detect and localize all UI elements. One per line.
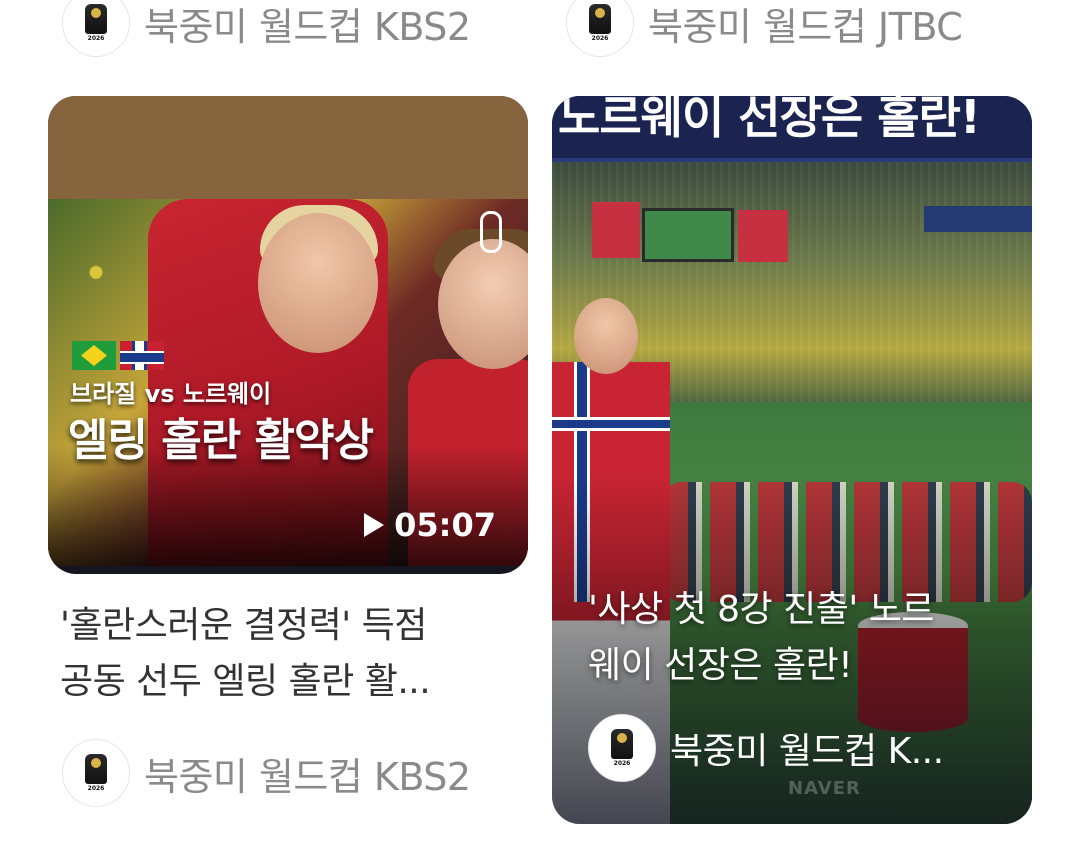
video-duration: 05:07: [364, 506, 496, 544]
player-face: [258, 213, 378, 353]
thumbnail-headline: 엘링 홀란 활약상: [68, 415, 374, 466]
trophy-icon: [611, 729, 633, 759]
trophy-icon: [589, 4, 611, 34]
short-title: '사상 첫 8강 진출' 노르 웨이 선장은 홀란!: [588, 582, 1008, 694]
short-title-line: 웨이 선장은 홀란!: [588, 645, 853, 686]
video-title-line: 공동 선두 엘링 홀란 활...: [60, 661, 431, 702]
brazil-flag-icon: [72, 341, 116, 370]
short-channel-row[interactable]: 2026 북중미 월드컵 K...: [588, 714, 944, 782]
stadium-screen: [642, 208, 734, 262]
channel-row-jtbc-top[interactable]: 2026 북중미 월드컵 JTBC: [566, 0, 963, 58]
stadium-screen: [592, 202, 640, 258]
logo-text: 2026: [591, 35, 609, 42]
logo-text: 2026: [613, 760, 631, 767]
video-title-line: '홀란스러운 결정력' 득점: [60, 605, 427, 646]
world-cup-logo-icon: 2026: [566, 0, 634, 57]
watermark: NAVER: [788, 778, 861, 799]
video-title[interactable]: '홀란스러운 결정력' 득점 공동 선두 엘링 홀란 활...: [60, 598, 500, 710]
trophy-icon: [85, 754, 107, 784]
logo-text: 2026: [87, 35, 105, 42]
short-banner: 노르웨이 선장은 홀란!: [552, 96, 1032, 162]
channel-row-kbs2[interactable]: 2026 북중미 월드컵 KBS2: [62, 738, 471, 808]
world-cup-logo-icon: 2026: [62, 739, 130, 807]
norway-flag-icon: [120, 341, 164, 370]
trophy-icon: [85, 4, 107, 34]
short-video-card[interactable]: 노르웨이 선장은 홀란! '사상 첫 8강 진출' 노르 웨이 선장은 홀란! …: [552, 96, 1032, 824]
channel-name: 북중미 월드컵 JTBC: [648, 4, 963, 49]
channel-name: 북중미 월드컵 KBS2: [144, 4, 471, 49]
fifa-badge-icon: [480, 211, 502, 253]
thumbnail-top-band: [48, 96, 528, 199]
stadium-screen: [738, 210, 788, 262]
player-face: [574, 298, 638, 374]
channel-row-kbs2-top[interactable]: 2026 북중미 월드컵 KBS2: [62, 0, 471, 58]
world-cup-logo-icon: 2026: [62, 0, 130, 57]
jersey-cross: [552, 417, 670, 431]
stadium-sign: [924, 206, 1032, 232]
duration-text: 05:07: [394, 506, 496, 544]
logo-text: 2026: [87, 785, 105, 792]
play-icon: [364, 513, 385, 537]
channel-name: 북중미 월드컵 K...: [670, 731, 944, 772]
world-cup-logo-icon: 2026: [588, 714, 656, 782]
channel-name: 북중미 월드컵 KBS2: [144, 754, 471, 799]
video-thumbnail[interactable]: 브라질 vs 노르웨이 엘링 홀란 활약상 05:07: [48, 96, 528, 574]
short-title-line: '사상 첫 8강 진출' 노르: [588, 589, 934, 630]
